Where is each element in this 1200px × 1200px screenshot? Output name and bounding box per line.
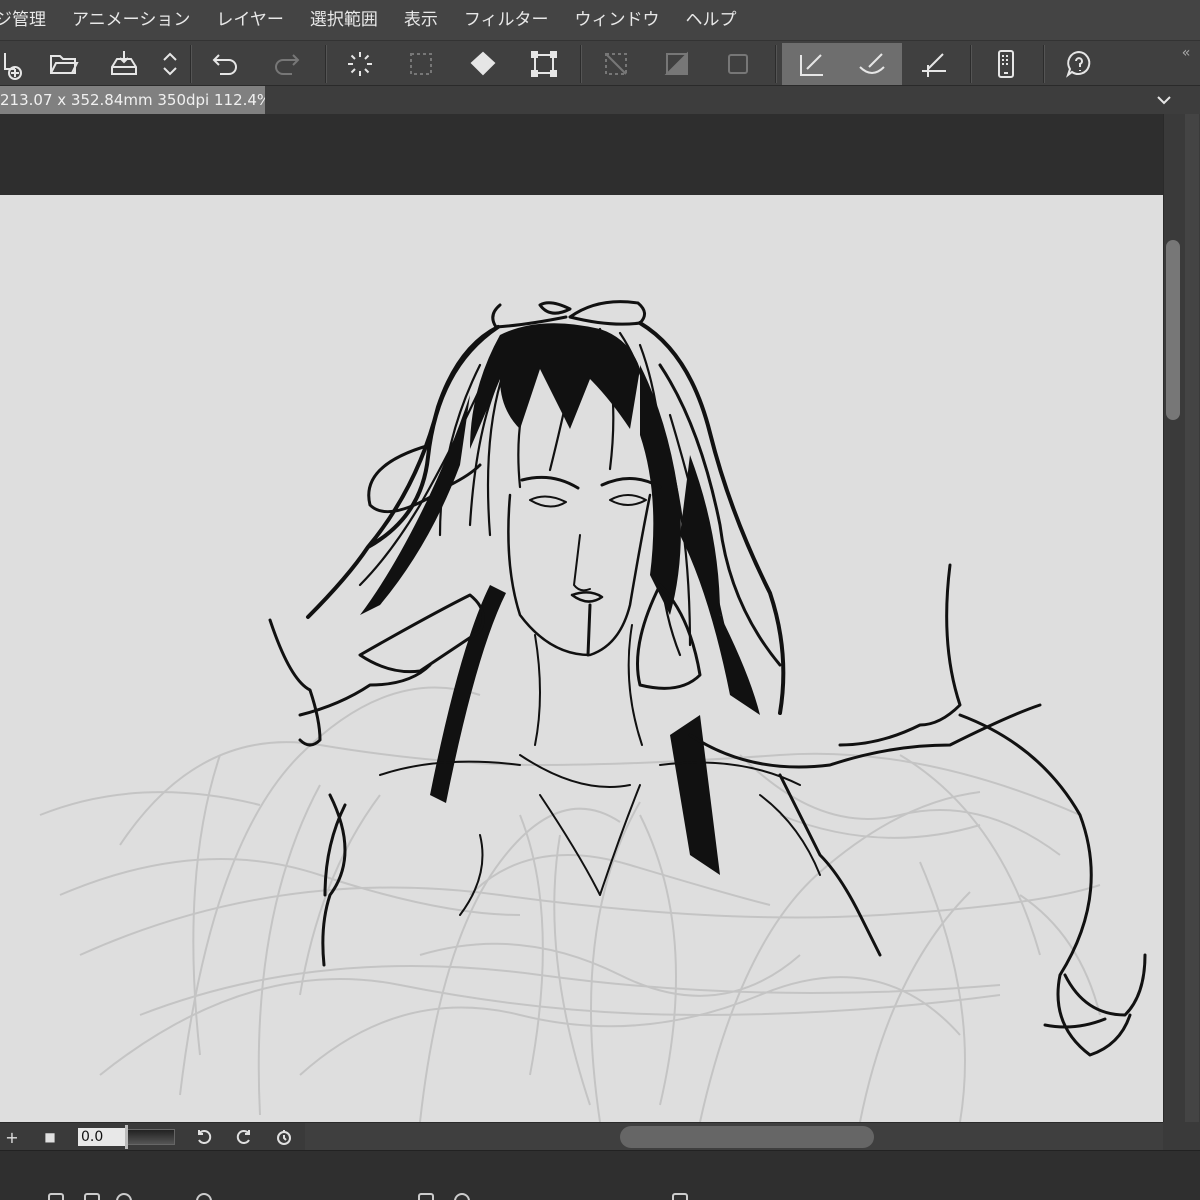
- rough-sketch-layer: [39, 686, 1101, 1122]
- tool-icon[interactable]: [418, 1193, 434, 1200]
- lower-panel: [0, 1150, 1200, 1200]
- vertical-scroll-thumb[interactable]: [1166, 240, 1180, 420]
- dotted-selection-icon: [410, 53, 432, 75]
- rotate-right-button[interactable]: [232, 1125, 256, 1149]
- new-document-button[interactable]: [0, 43, 34, 85]
- snap-special-ruler-icon: [859, 53, 885, 74]
- menu-item-7[interactable]: ヘルプ: [673, 0, 750, 40]
- redo-button[interactable]: [258, 43, 314, 85]
- fill-button[interactable]: [455, 43, 511, 85]
- rotation-angle-input[interactable]: 0.0: [78, 1128, 126, 1146]
- tool-icon[interactable]: [672, 1193, 688, 1200]
- invert-selection-icon: [664, 51, 688, 75]
- vertical-scrollbar[interactable]: [1163, 114, 1200, 1122]
- menu-bar: ジ管理 アニメーション レイヤー 選択範囲 表示 フィルター ウィンドウ ヘルプ: [0, 0, 1200, 40]
- menu-item-5[interactable]: フィルター: [451, 0, 562, 40]
- collapse-panel-icon[interactable]: «: [1182, 45, 1198, 65]
- horizontal-scroll-thumb[interactable]: [620, 1126, 874, 1148]
- save-tray-icon: [111, 51, 137, 75]
- menu-item-2[interactable]: レイヤー: [203, 0, 297, 40]
- zoom-in-button[interactable]: +: [0, 1125, 24, 1149]
- snap-ruler-icon: [800, 54, 823, 76]
- tool-icon[interactable]: [454, 1193, 470, 1200]
- undo-button[interactable]: [198, 43, 254, 85]
- menu-item-0[interactable]: ジ管理: [0, 0, 59, 40]
- rotate-left-button[interactable]: [192, 1125, 216, 1149]
- artwork-layer: [39, 300, 1147, 1122]
- snap-grid-icon: [922, 53, 946, 77]
- stop-button[interactable]: ■: [38, 1125, 62, 1149]
- menu-item-4[interactable]: 表示: [391, 0, 451, 40]
- reset-rotation-button[interactable]: [272, 1125, 296, 1149]
- document-tab[interactable]: 213.07 x 352.84mm 350dpi 112.4%): [0, 86, 265, 114]
- loading-button[interactable]: [332, 43, 388, 85]
- reset-rotation-icon: [277, 1130, 291, 1145]
- chevron-down-icon[interactable]: [1154, 90, 1174, 110]
- transform-icon: [531, 51, 557, 77]
- document-tab-bar: 213.07 x 352.84mm 350dpi 112.4%): [0, 86, 1200, 114]
- drawing-canvas[interactable]: [0, 195, 1163, 1122]
- clear-selection-button[interactable]: [588, 43, 644, 85]
- rotation-slider[interactable]: [127, 1129, 175, 1145]
- command-bar: «: [0, 40, 1200, 86]
- help-icon: [1066, 50, 1091, 78]
- smartphone-button[interactable]: [978, 43, 1034, 85]
- selection-border-icon: [728, 54, 748, 74]
- transform-button[interactable]: [516, 43, 572, 85]
- open-button[interactable]: [36, 43, 92, 85]
- snap-special-ruler-button[interactable]: [842, 43, 902, 85]
- canvas-area[interactable]: [0, 114, 1163, 1122]
- canvas-bottom-bar: + ■ 0.0: [0, 1122, 1163, 1151]
- invert-selection-button[interactable]: [649, 43, 705, 85]
- rotation-slider-handle[interactable]: [125, 1125, 128, 1149]
- tool-icon[interactable]: [116, 1193, 132, 1200]
- rotate-right-icon: [236, 1130, 250, 1144]
- redo-icon: [275, 54, 300, 75]
- undo-icon: [212, 54, 237, 75]
- tool-icon[interactable]: [84, 1193, 100, 1200]
- menu-item-6[interactable]: ウィンドウ: [562, 0, 673, 40]
- tool-icons-strip: [0, 1191, 1200, 1200]
- selection-area-button[interactable]: [393, 43, 449, 85]
- side-panel-strip: [1185, 114, 1199, 1122]
- up-down-arrows-icon: [163, 52, 177, 76]
- show-selection-button[interactable]: [710, 43, 766, 85]
- menu-item-1[interactable]: アニメーション: [59, 0, 203, 40]
- ink-lineart-layer: [268, 300, 1147, 1057]
- folder-open-icon: [50, 55, 79, 74]
- snap-ruler-button[interactable]: [782, 43, 842, 85]
- help-button[interactable]: [1051, 43, 1107, 85]
- smartphone-icon: [998, 50, 1014, 78]
- rotate-left-icon: [198, 1130, 212, 1144]
- clear-selection-icon: [605, 53, 627, 75]
- spinner-icon: [348, 52, 372, 76]
- paint-bucket-icon: [470, 51, 496, 76]
- tool-icon[interactable]: [196, 1193, 212, 1200]
- tool-icon[interactable]: [48, 1193, 64, 1200]
- menu-item-3[interactable]: 選択範囲: [297, 0, 391, 40]
- snap-grid-button[interactable]: [906, 43, 962, 85]
- new-document-icon: [4, 53, 22, 80]
